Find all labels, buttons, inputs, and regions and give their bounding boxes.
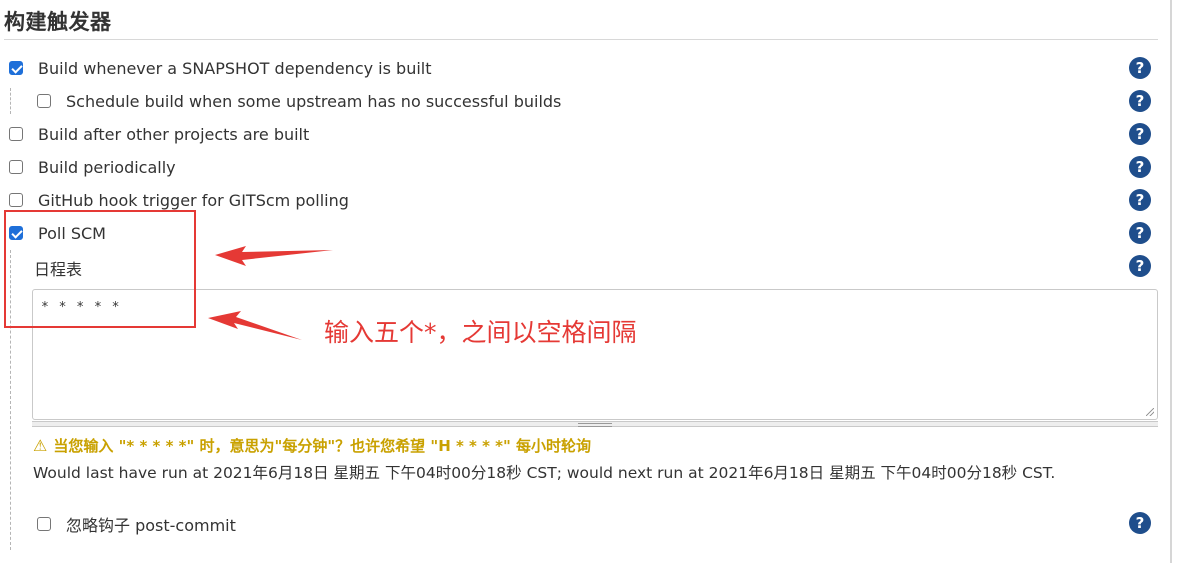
arrow-to-poll-scm <box>215 246 333 266</box>
arrow-to-schedule <box>208 311 302 340</box>
annotation-arrows <box>208 246 333 340</box>
annotation-text: 输入五个*，之间以空格间隔 <box>324 318 637 347</box>
